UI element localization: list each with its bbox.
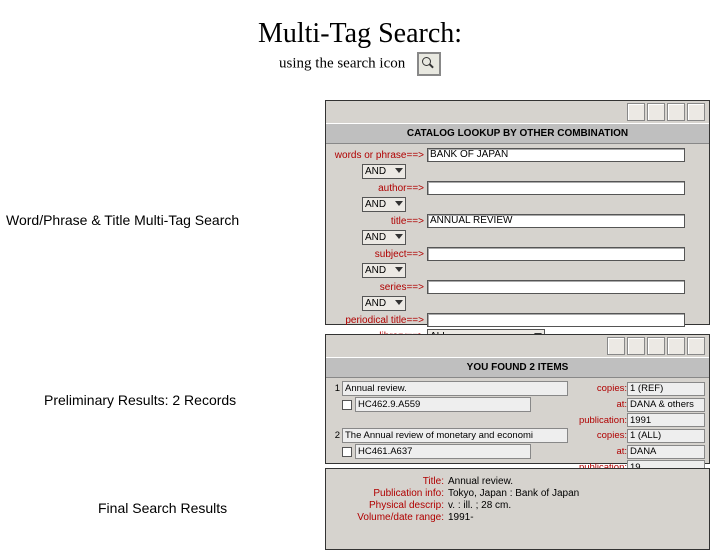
meta-label-at: at:	[572, 399, 627, 410]
meta-label-pub: publication:	[572, 415, 627, 426]
detail-row: Title:Annual review.	[326, 476, 709, 487]
result-callno[interactable]: HC461.A637	[355, 444, 531, 459]
result-checkbox[interactable]	[342, 400, 352, 410]
result-row[interactable]: 2The Annual review of monetary and econo…	[330, 428, 705, 443]
page-subtitle: using the search icon	[0, 52, 720, 76]
detail-value: Tokyo, Japan : Bank of Japan	[448, 488, 703, 499]
results-header: YOU FOUND 2 ITEMS	[326, 357, 709, 378]
words-input[interactable]: BANK OF JAPAN	[427, 148, 685, 162]
meta-at: DANA	[627, 445, 705, 459]
toolbar-button[interactable]	[667, 103, 685, 121]
result-number: 2	[330, 430, 340, 441]
detail-label: Publication info:	[332, 488, 448, 499]
section-label-search: Word/Phrase & Title Multi-Tag Search	[6, 212, 239, 228]
toolbar-button[interactable]	[687, 103, 705, 121]
section-label-final: Final Search Results	[98, 500, 227, 516]
field-label-title: title==>	[332, 216, 427, 227]
operator-select[interactable]: AND	[362, 230, 406, 245]
search-icon	[417, 52, 441, 76]
meta-pub: 1991	[627, 413, 705, 427]
result-title[interactable]: The Annual review of monetary and econom…	[342, 428, 568, 443]
field-label-periodical: periodical title==>	[332, 315, 427, 326]
field-label-subject: subject==>	[332, 249, 427, 260]
detail-row: Physical descrip:v. : ill. ; 28 cm.	[326, 500, 709, 511]
result-number: 1	[330, 383, 340, 394]
detail-label: Volume/date range:	[332, 512, 448, 523]
meta-label-at: at:	[572, 446, 627, 457]
field-label-author: author==>	[332, 183, 427, 194]
toolbar-button[interactable]	[667, 337, 685, 355]
detail-value: v. : ill. ; 28 cm.	[448, 500, 703, 511]
operator-select[interactable]: AND	[362, 263, 406, 278]
page-title: Multi-Tag Search:	[0, 18, 720, 50]
toolbar-button[interactable]	[627, 103, 645, 121]
meta-label-copies: copies:	[572, 383, 627, 394]
back-button[interactable]	[607, 337, 625, 355]
field-label-series: series==>	[332, 282, 427, 293]
panel-header: CATALOG LOOKUP BY OTHER COMBINATION	[326, 123, 709, 144]
subtitle-text: using the search icon	[279, 55, 405, 71]
subject-input[interactable]	[427, 247, 685, 261]
toolbar-button[interactable]	[647, 337, 665, 355]
field-label-words: words or phrase==>	[332, 150, 427, 161]
results-panel: YOU FOUND 2 ITEMS 1Annual review. copies:…	[325, 334, 710, 464]
detail-panel: Title:Annual review.Publication info:Tok…	[325, 468, 710, 550]
toolbar-button[interactable]	[647, 103, 665, 121]
detail-label: Title:	[332, 476, 448, 487]
meta-label-copies: copies:	[572, 430, 627, 441]
title-input[interactable]: ANNUAL REVIEW	[427, 214, 685, 228]
operator-select[interactable]: AND	[362, 164, 406, 179]
detail-value: 1991-	[448, 512, 703, 523]
author-input[interactable]	[427, 181, 685, 195]
toolbar	[627, 103, 705, 121]
toolbar	[607, 337, 705, 355]
section-label-results: Preliminary Results: 2 Records	[44, 392, 236, 408]
meta-copies: 1 (ALL)	[627, 429, 705, 443]
detail-row: Publication info:Tokyo, Japan : Bank of …	[326, 488, 709, 499]
result-callno[interactable]: HC462.9.A559	[355, 397, 531, 412]
detail-value: Annual review.	[448, 476, 703, 487]
detail-row: Volume/date range:1991-	[326, 512, 709, 523]
search-panel: CATALOG LOOKUP BY OTHER COMBINATION word…	[325, 100, 710, 325]
toolbar-button[interactable]	[687, 337, 705, 355]
operator-select[interactable]: AND	[362, 296, 406, 311]
detail-label: Physical descrip:	[332, 500, 448, 511]
result-title[interactable]: Annual review.	[342, 381, 568, 396]
operator-select[interactable]: AND	[362, 197, 406, 212]
meta-copies: 1 (REF)	[627, 382, 705, 396]
toolbar-button[interactable]	[627, 337, 645, 355]
result-row[interactable]: 1Annual review. copies:1 (REF)	[330, 381, 705, 396]
result-checkbox[interactable]	[342, 447, 352, 457]
periodical-input[interactable]	[427, 313, 685, 327]
meta-at: DANA & others	[627, 398, 705, 412]
series-input[interactable]	[427, 280, 685, 294]
